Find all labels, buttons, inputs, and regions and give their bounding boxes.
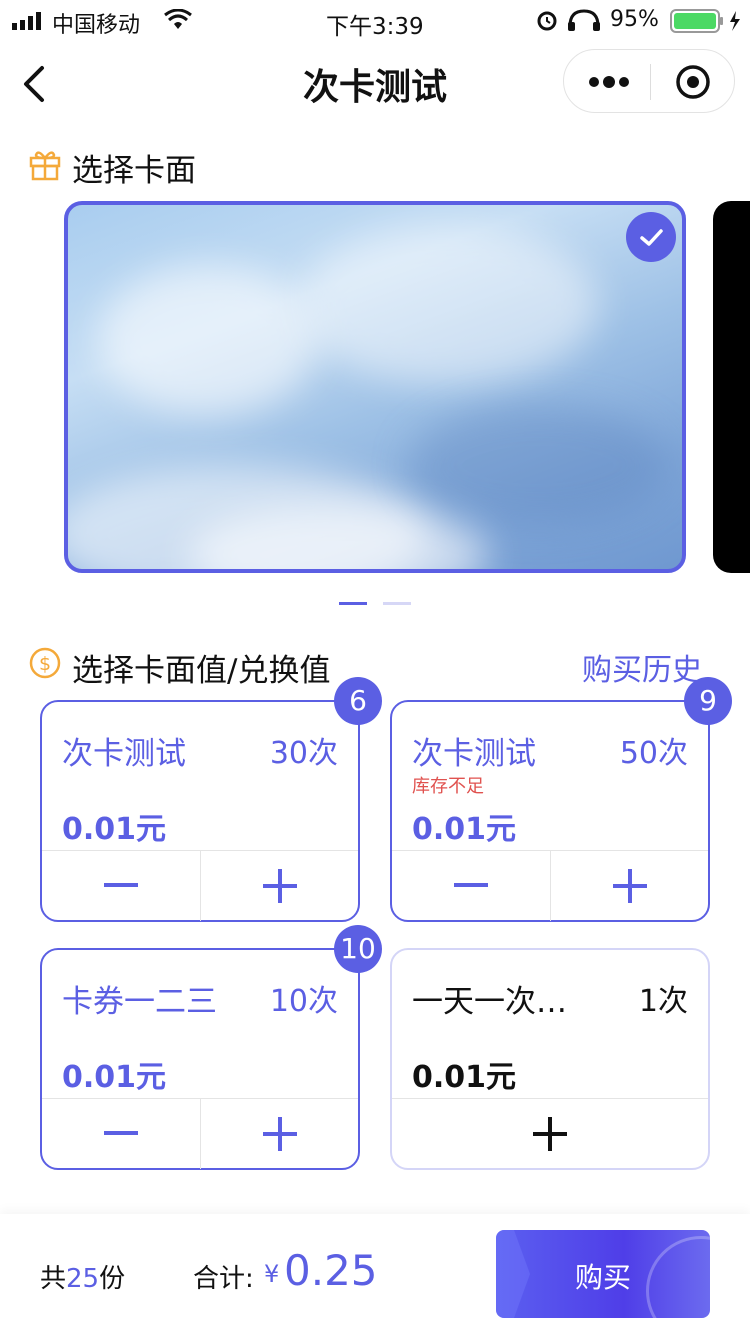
value-card-price: 0.01元 (62, 812, 167, 847)
currency-symbol: ¥ (264, 1260, 280, 1288)
carousel-indicator-active (339, 602, 367, 605)
increase-button[interactable] (200, 1099, 358, 1169)
value-card-name: 次卡测试 (412, 736, 536, 772)
carrier-label: 中国移动 (52, 13, 141, 38)
total-label: 合计: (193, 1264, 254, 1294)
value-card-price: 0.01元 (412, 812, 517, 847)
value-card-name: 一天一次… (412, 984, 567, 1020)
quantity-stepper (392, 850, 708, 921)
svg-text:$: $ (39, 653, 51, 675)
value-card-count: 50次 (619, 736, 688, 771)
headphones-icon (568, 9, 600, 31)
quantity-stepper (392, 1098, 708, 1168)
battery-icon (670, 9, 740, 33)
card-face-option-selected[interactable] (64, 201, 686, 573)
select-value-title: 选择卡面值/兑换值 (72, 653, 331, 689)
value-card[interactable]: 次卡测试 30次 0.01元 (40, 700, 360, 922)
gift-icon (29, 151, 61, 181)
card-face-option-next[interactable] (713, 201, 750, 573)
buy-button-label: 购买 (574, 1261, 631, 1294)
value-card[interactable]: 卡券一二三 10次 0.01元 (40, 948, 360, 1170)
increase-button[interactable] (550, 851, 708, 921)
quantity-stepper (42, 850, 358, 921)
wifi-icon (164, 9, 192, 29)
quantity-badge: 9 (684, 677, 732, 725)
value-card-price: 0.01元 (412, 1060, 517, 1095)
clock-time: 下午3:39 (326, 14, 424, 40)
close-target-icon[interactable] (674, 63, 712, 101)
select-card-face-title: 选择卡面 (72, 153, 196, 189)
total-quantity-number: 25 (66, 1264, 100, 1294)
battery-percent: 95% (610, 7, 659, 32)
coin-icon: $ (29, 647, 61, 679)
increase-button[interactable] (200, 851, 358, 921)
value-card-count: 10次 (269, 984, 338, 1019)
value-card[interactable]: 次卡测试 50次 库存不足 0.01元 (390, 700, 710, 922)
value-card-count: 30次 (269, 736, 338, 771)
value-card-name: 卡券一二三 (62, 984, 217, 1020)
minus-icon (454, 883, 488, 887)
add-button[interactable] (392, 1099, 708, 1169)
quantity-stepper (42, 1098, 358, 1169)
total-amount: 0.25 (284, 1246, 378, 1295)
value-card[interactable]: 一天一次… 1次 0.01元 (390, 948, 710, 1170)
alarm-icon (537, 11, 557, 31)
more-options-icon[interactable] (588, 72, 630, 92)
value-card-count: 1次 (638, 984, 688, 1019)
minus-icon (104, 883, 138, 887)
value-card-name: 次卡测试 (62, 736, 186, 772)
status-bar: 中国移动 下午3:39 95% (0, 0, 750, 40)
signal-icon (12, 12, 41, 30)
buy-button[interactable]: 购买 (496, 1230, 710, 1318)
carousel-indicator[interactable] (383, 602, 411, 605)
out-of-stock-warning: 库存不足 (412, 776, 484, 797)
plus-icon (533, 1117, 567, 1151)
total-quantity-suffix: 份 (99, 1264, 126, 1294)
decrease-button[interactable] (42, 1099, 200, 1169)
value-card-price: 0.01元 (62, 1060, 167, 1095)
mini-program-capsule (563, 49, 735, 113)
selected-check-icon (626, 212, 676, 262)
plus-icon (612, 869, 647, 903)
minus-icon (104, 1131, 138, 1135)
capsule-divider (650, 64, 651, 100)
quantity-badge: 10 (334, 925, 382, 973)
checkout-bar: 共25份 合计: ¥ 0.25 购买 (0, 1214, 750, 1334)
total-quantity-prefix: 共 (40, 1264, 67, 1294)
plus-icon (262, 869, 297, 903)
decrease-button[interactable] (42, 851, 200, 921)
total-quantity: 共25份 (40, 1258, 125, 1295)
purchase-history-link[interactable]: 购买历史 (582, 645, 702, 689)
decrease-button[interactable] (392, 851, 550, 921)
quantity-badge: 6 (334, 677, 382, 725)
plus-icon (262, 1117, 297, 1151)
